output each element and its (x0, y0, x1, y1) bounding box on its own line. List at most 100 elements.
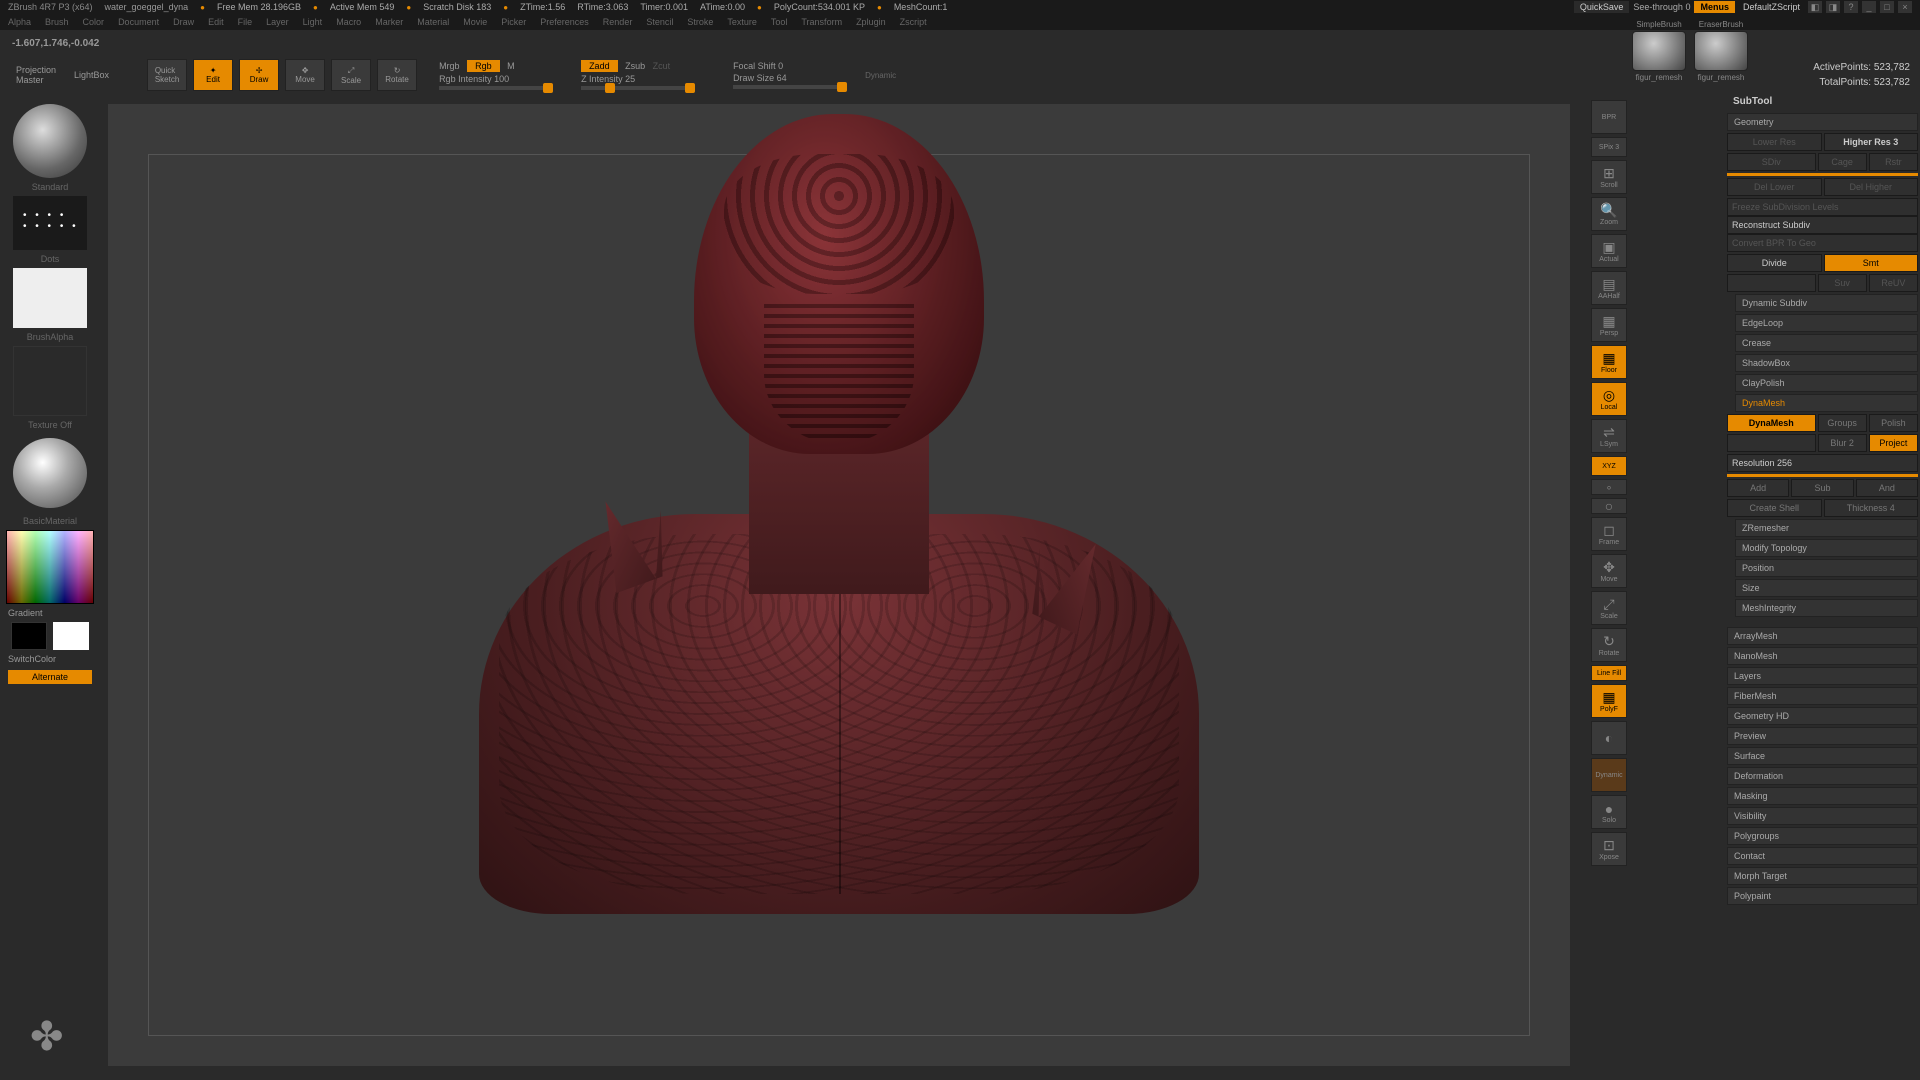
geometry-hd-header[interactable]: Geometry HD (1727, 707, 1918, 725)
resolution-slider[interactable]: Resolution 256 (1727, 454, 1918, 472)
reconstruct-subdiv-button[interactable]: Reconstruct Subdiv (1727, 216, 1918, 234)
primary-color-swatch[interactable] (53, 622, 89, 650)
bpr-button[interactable]: BPR (1591, 100, 1627, 134)
menu-transform[interactable]: Transform (801, 17, 842, 27)
menu-material[interactable]: Material (417, 17, 449, 27)
maximize-icon[interactable]: □ (1880, 1, 1894, 13)
zadd-button[interactable]: Zadd (581, 60, 618, 72)
linefill-button[interactable]: Line Fill (1591, 665, 1627, 681)
suv-button[interactable]: Suv (1818, 274, 1867, 292)
surface-header[interactable]: Surface (1727, 747, 1918, 765)
float-icon[interactable]: ◧ (1808, 1, 1822, 13)
geometry-header[interactable]: Geometry (1727, 113, 1918, 131)
reuv-button[interactable]: ReUV (1869, 274, 1918, 292)
mrgb-button[interactable]: Mrgb (439, 61, 460, 71)
shadowbox-section[interactable]: ShadowBox (1735, 354, 1918, 372)
scale-button[interactable]: ⤢Scale (331, 59, 371, 91)
move-button[interactable]: ✥Move (285, 59, 325, 91)
dynamic-toggle[interactable]: Dynamic (865, 71, 896, 80)
dynamesh-header[interactable]: DynaMesh (1735, 394, 1918, 412)
freeze-subdiv-button[interactable]: Freeze SubDivision Levels (1727, 198, 1918, 216)
tool-thumb-2[interactable] (1694, 31, 1748, 71)
dynamic-nav-button[interactable]: Dynamic (1591, 758, 1627, 792)
arraymesh-header[interactable]: ArrayMesh (1727, 627, 1918, 645)
cage-button[interactable]: Cage (1818, 153, 1867, 171)
menu-layer[interactable]: Layer (266, 17, 289, 27)
crease-section[interactable]: Crease (1735, 334, 1918, 352)
thickness-slider[interactable]: Thickness 4 (1824, 499, 1919, 517)
stroke-selector[interactable] (13, 196, 87, 250)
z-intensity-slider[interactable]: Z Intensity 25 (581, 74, 691, 84)
menu-document[interactable]: Document (118, 17, 159, 27)
floor-button[interactable]: ▦Floor (1591, 345, 1627, 379)
minimize-icon[interactable]: _ (1862, 1, 1876, 13)
sdiv-slider[interactable]: SDiv (1727, 153, 1816, 171)
help-icon[interactable]: ? (1844, 1, 1858, 13)
menu-draw[interactable]: Draw (173, 17, 194, 27)
aahalf-button[interactable]: ▤AAHalf (1591, 271, 1627, 305)
local-button[interactable]: ◎Local (1591, 382, 1627, 416)
convert-bpr-button[interactable]: Convert BPR To Geo (1727, 234, 1918, 252)
project-button[interactable]: Project (1869, 434, 1918, 452)
show-icon[interactable]: ◨ (1826, 1, 1840, 13)
zsub-button[interactable]: Zsub (625, 61, 645, 71)
gradient-button[interactable]: Gradient (4, 608, 96, 618)
polyf-button[interactable]: ▦PolyF (1591, 684, 1627, 718)
sub-button[interactable]: Sub (1791, 479, 1853, 497)
m-button[interactable]: M (507, 61, 515, 71)
draw-button[interactable]: ✢Draw (239, 59, 279, 91)
higher-res-button[interactable]: Higher Res 3 (1824, 133, 1919, 151)
viewport-move-button[interactable]: ✥Move (1591, 554, 1627, 588)
scroll-button[interactable]: ⊞Scroll (1591, 160, 1627, 194)
layers-header[interactable]: Layers (1727, 667, 1918, 685)
menu-macro[interactable]: Macro (336, 17, 361, 27)
seethrough-slider[interactable]: See-through 0 (1633, 2, 1690, 12)
rgb-intensity-slider[interactable]: Rgb Intensity 100 (439, 74, 549, 84)
fibermesh-header[interactable]: FiberMesh (1727, 687, 1918, 705)
menus-button[interactable]: Menus (1694, 1, 1735, 13)
close-icon[interactable]: × (1898, 1, 1912, 13)
menu-zscript[interactable]: Zscript (900, 17, 927, 27)
lsym-button[interactable]: ⇌LSym (1591, 419, 1627, 453)
dynamic-subdiv-section[interactable]: Dynamic Subdiv (1735, 294, 1918, 312)
rotate-button[interactable]: ↻Rotate (377, 59, 417, 91)
color-picker[interactable] (6, 530, 94, 604)
del-higher-button[interactable]: Del Higher (1824, 178, 1919, 196)
menu-picker[interactable]: Picker (501, 17, 526, 27)
edit-button[interactable]: ✦Edit (193, 59, 233, 91)
lower-res-button[interactable]: Lower Res (1727, 133, 1822, 151)
smt-button[interactable]: Smt (1824, 254, 1919, 272)
claypolish-section[interactable]: ClayPolish (1735, 374, 1918, 392)
projection-master-button[interactable]: Projection Master (10, 63, 62, 87)
morph-target-header[interactable]: Morph Target (1727, 867, 1918, 885)
menu-brush[interactable]: Brush (45, 17, 69, 27)
switchcolor-button[interactable]: SwitchColor (4, 654, 96, 664)
spix-slider[interactable]: SPix 3 (1591, 137, 1627, 157)
meshintegrity-section[interactable]: MeshIntegrity (1735, 599, 1918, 617)
viewport[interactable] (108, 104, 1570, 1066)
menu-stroke[interactable]: Stroke (687, 17, 713, 27)
menu-zplugin[interactable]: Zplugin (856, 17, 886, 27)
zremesher-section[interactable]: ZRemesher (1735, 519, 1918, 537)
default-zscript-button[interactable]: DefaultZScript (1739, 1, 1804, 13)
menu-tool[interactable]: Tool (771, 17, 788, 27)
viewport-scale-button[interactable]: ⤢Scale (1591, 591, 1627, 625)
nanomesh-header[interactable]: NanoMesh (1727, 647, 1918, 665)
solo-button[interactable]: ●Solo (1591, 795, 1627, 829)
blur-slider[interactable]: Blur 2 (1818, 434, 1867, 452)
groups-button[interactable]: Groups (1818, 414, 1867, 432)
actual-button[interactable]: ▣Actual (1591, 234, 1627, 268)
menu-file[interactable]: File (238, 17, 253, 27)
tool-thumb-1[interactable] (1632, 31, 1686, 71)
deformation-header[interactable]: Deformation (1727, 767, 1918, 785)
add-button[interactable]: Add (1727, 479, 1789, 497)
material-selector[interactable] (13, 438, 87, 508)
zoom-button[interactable]: 🔍Zoom (1591, 197, 1627, 231)
alternate-button[interactable]: Alternate (8, 670, 92, 684)
menu-movie[interactable]: Movie (463, 17, 487, 27)
menu-render[interactable]: Render (603, 17, 633, 27)
size-section[interactable]: Size (1735, 579, 1918, 597)
alpha-selector[interactable] (13, 268, 87, 328)
modify-topology-section[interactable]: Modify Topology (1735, 539, 1918, 557)
edgeloop-section[interactable]: EdgeLoop (1735, 314, 1918, 332)
